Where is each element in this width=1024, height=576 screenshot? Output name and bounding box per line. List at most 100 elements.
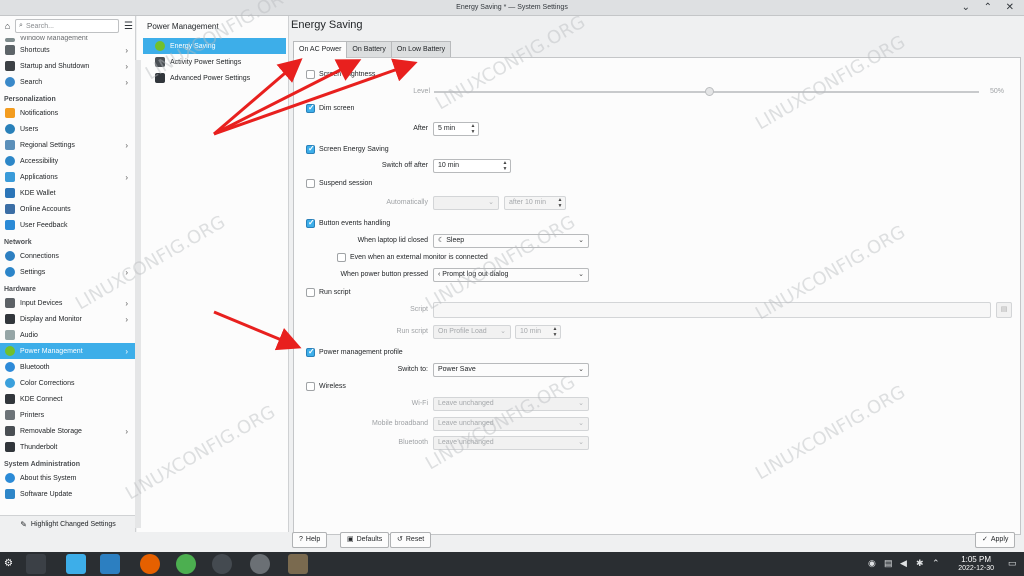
tab-on-ac-power[interactable]: On AC Power [293,41,348,58]
sidebar-item-accessibility[interactable]: Accessibility [0,153,135,169]
sidebar-item-feedback[interactable]: User Feedback [0,217,135,233]
button-events-checkbox[interactable] [306,218,315,228]
spin-arrows-icon[interactable]: ▲ ▼ [552,326,558,338]
mobile-broadband-combo[interactable]: Leave unchanged ⌄ [433,417,589,431]
sidebar-item-thunderbolt[interactable]: Thunderbolt [0,439,135,455]
firefox-task-icon[interactable] [140,554,160,574]
defaults-button[interactable]: ▣ Defaults [340,532,390,548]
search-input[interactable]: ⌕ Search... [15,19,120,33]
screen-energy-saving-row[interactable]: Screen Energy Saving [306,144,389,154]
file-manager-task-icon[interactable] [100,554,120,574]
apply-button[interactable]: ✓ Apply [975,532,1016,548]
suspend-after-spinbox[interactable]: after 10 min ▲ ▼ [504,196,566,210]
brightness-slider-handle[interactable] [705,87,714,96]
wireless-row[interactable]: Wireless [306,382,346,391]
sidebar-item-applications[interactable]: Applications › [0,169,135,185]
run-script-row[interactable]: Run script [306,288,351,297]
spin-arrows-icon[interactable]: ▲ ▼ [470,123,476,135]
sidebar-item-power-management[interactable]: Power Management › [0,343,135,359]
screen-brightness-checkbox[interactable] [306,70,315,79]
suspend-type-combo[interactable]: ⌄ [433,196,499,210]
sidebar-item-color[interactable]: Color Corrections [0,375,135,391]
sidebar-item-removable[interactable]: Removable Storage › [0,423,135,439]
categories-sidebar: Window Management Shortcuts › Startup and… [0,16,136,532]
sidebar-item-about[interactable]: About this System [0,470,135,486]
module-item-energy-saving[interactable]: Energy Saving [143,38,286,54]
run-script-after-spinbox[interactable]: 10 min ▲ ▼ [515,325,561,339]
pm-profile-row[interactable]: Power management profile [306,347,403,357]
dim-screen-row[interactable]: Dim screen [306,103,354,113]
system-settings-task-icon[interactable] [26,554,46,574]
sidebar-item-input-devices[interactable]: Input Devices › [0,295,135,311]
sidebar-item-network-settings[interactable]: Settings › [0,264,135,280]
app-task-icon[interactable] [250,554,270,574]
sidebar-item-online-accounts[interactable]: Online Accounts [0,201,135,217]
dim-screen-checkbox[interactable] [306,103,315,113]
volume-tray-icon[interactable]: ◀ [900,558,907,569]
wireless-checkbox[interactable] [306,382,315,391]
power-button-combo[interactable]: ‹ Prompt log out dialog ⌄ [433,268,589,282]
run-script-when-combo[interactable]: On Profile Load ⌄ [433,325,511,339]
expand-tray-icon[interactable]: ⌃ [932,558,940,569]
screen-energy-saving-checkbox[interactable] [306,144,315,154]
clock[interactable]: 1:05 PM 2022-12-30 [958,555,994,573]
sidebar-item-printers[interactable]: Printers [0,407,135,423]
module-item-advanced[interactable]: Advanced Power Settings [143,70,286,86]
bluetooth-combo[interactable]: Leave unchanged ⌄ [433,436,589,450]
close-icon[interactable]: ✕ [1006,2,1014,14]
suspend-session-checkbox[interactable] [306,179,315,188]
tab-on-battery[interactable]: On Battery [346,41,392,57]
sidebar-item-audio[interactable]: Audio [0,327,135,343]
sidebar-item-kdeconnect[interactable]: KDE Connect [0,391,135,407]
highlight-changed-settings-button[interactable]: ✎ Highlight Changed Settings [0,515,135,532]
script-path-input[interactable] [433,302,991,318]
run-script-checkbox[interactable] [306,288,315,297]
sidebar-item-update[interactable]: Software Update [0,486,135,502]
network-tray-icon[interactable]: ◉ [868,558,876,569]
maximize-icon[interactable]: ⌃ [984,2,992,14]
keyboard-icon [5,298,15,308]
suspend-session-row[interactable]: Suspend session [306,179,372,188]
sidebar-item-bluetooth[interactable]: Bluetooth [0,359,135,375]
spin-arrows-icon[interactable]: ▲ ▼ [502,160,508,172]
switch-off-spinbox[interactable]: 10 min ▲ ▼ [433,159,511,173]
sidebar-item-users[interactable]: Users [0,121,135,137]
module-item-activity[interactable]: Activity Power Settings [143,54,286,70]
store-task-icon[interactable] [66,554,86,574]
pm-profile-checkbox[interactable] [306,347,315,357]
home-icon[interactable]: ⌂ [3,20,12,33]
library-task-icon[interactable] [288,554,308,574]
show-desktop-icon[interactable]: ▭ [1008,558,1017,569]
help-button[interactable]: ? Help [292,532,328,548]
bluetooth-tray-icon[interactable]: ✱ [916,558,924,569]
sidebar-item-shortcuts[interactable]: Shortcuts › [0,42,135,58]
sidebar-item-startup[interactable]: Startup and Shutdown › [0,58,135,74]
wifi-combo[interactable]: Leave unchanged ⌄ [433,397,589,411]
open-file-icon[interactable]: ▤ [996,302,1012,318]
external-monitor-row[interactable]: Even when an external monitor is connect… [337,253,488,262]
sidebar-scrollbar[interactable] [135,60,141,528]
external-monitor-checkbox[interactable] [337,253,346,262]
spin-arrows-icon[interactable]: ▲ ▼ [557,197,563,209]
sidebar-item-notifications[interactable]: Notifications [0,105,135,121]
switch-to-combo[interactable]: Power Save ⌄ [433,363,589,377]
menu-icon[interactable]: ☰ [124,21,133,32]
button-events-row[interactable]: Button events handling [306,218,390,228]
chrome-task-icon[interactable] [176,554,196,574]
dim-after-spinbox[interactable]: 5 min ▲ ▼ [433,122,479,136]
screen-brightness-row[interactable]: Screen brightness [306,70,375,79]
clipboard-tray-icon[interactable]: ▤ [884,558,893,569]
sidebar-item-search[interactable]: Search › [0,74,135,90]
list-icon [155,73,165,83]
reset-button[interactable]: ↺ Reset [390,532,432,548]
clock-task-icon[interactable] [212,554,232,574]
sidebar-item-display[interactable]: Display and Monitor › [0,311,135,327]
sidebar-list: Window Management Shortcuts › Startup and… [0,32,135,502]
minimize-icon[interactable]: ⌄ [962,2,970,14]
app-launcher-icon[interactable]: ⚙ [4,554,18,574]
sidebar-item-connections[interactable]: Connections [0,248,135,264]
lid-action-combo[interactable]: ☾ Sleep ⌄ [433,234,589,248]
sidebar-item-kdewallet[interactable]: KDE Wallet [0,185,135,201]
tab-on-low-battery[interactable]: On Low Battery [390,41,452,57]
sidebar-item-regional[interactable]: Regional Settings › [0,137,135,153]
